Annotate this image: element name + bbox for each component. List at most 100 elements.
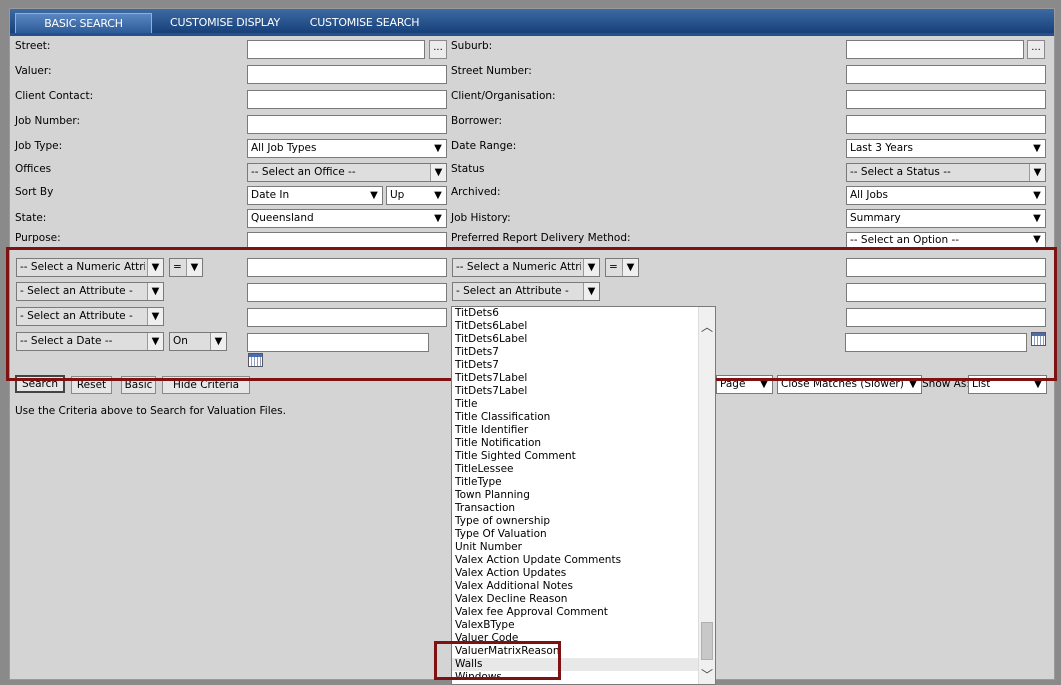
attribute-dropdown-list[interactable]: TitDets6 TitDets6Label TitDets6Label TitDet…: [451, 306, 716, 685]
dropdown-item[interactable]: Valex fee Approval Comment: [452, 606, 715, 619]
dropdown-item[interactable]: TitDets6: [452, 307, 715, 320]
valuer-input[interactable]: [247, 65, 447, 84]
page-value: Page: [720, 378, 746, 390]
dropdown-item[interactable]: Type of ownership: [452, 515, 715, 528]
match-mode-select[interactable]: Close Matches (Slower) ▼: [777, 375, 922, 394]
dropdown-item[interactable]: TitDets7Label: [452, 372, 715, 385]
suburb-lookup-button[interactable]: ...: [1027, 40, 1045, 59]
suburb-input[interactable]: [846, 40, 1024, 59]
borrower-input[interactable]: [846, 115, 1046, 134]
dropdown-item[interactable]: TitDets6Label: [452, 320, 715, 333]
job-type-select[interactable]: All Job Types ▼: [247, 139, 447, 158]
date-range-select[interactable]: Last 3 Years ▼: [846, 139, 1046, 158]
chevron-down-icon: ▼: [1034, 379, 1042, 390]
tab-bar: BASIC SEARCH CUSTOMISE DISPLAY CUSTOMISE…: [10, 9, 1054, 36]
chevron-down-icon: ▼: [147, 283, 163, 300]
suburb-label: Suburb:: [451, 40, 493, 52]
scroll-up-icon[interactable]: ︿: [699, 319, 715, 336]
dropdown-item[interactable]: TitDets6Label: [452, 333, 715, 346]
sort-by-label: Sort By: [15, 186, 54, 198]
dropdown-item[interactable]: Title Sighted Comment: [452, 450, 715, 463]
sort-by-select[interactable]: Date In ▼: [247, 186, 383, 205]
street-number-input[interactable]: [846, 65, 1046, 84]
dropdown-item[interactable]: Title Identifier: [452, 424, 715, 437]
calendar-icon[interactable]: [248, 353, 263, 367]
job-history-select[interactable]: Summary ▼: [846, 209, 1046, 228]
show-as-label: Show As:: [922, 378, 970, 390]
operator-select-right[interactable]: = ▼: [605, 258, 639, 277]
preferred-delivery-select[interactable]: -- Select an Option -- ▼: [846, 232, 1046, 248]
dropdown-item[interactable]: TitDets7: [452, 346, 715, 359]
dropdown-item[interactable]: Title Classification: [452, 411, 715, 424]
attribute-select-left-2[interactable]: - Select an Attribute - ▼: [16, 307, 164, 326]
dropdown-item[interactable]: Title Notification: [452, 437, 715, 450]
attribute-value-input-left-2[interactable]: [247, 308, 447, 327]
chevron-down-icon: ▼: [434, 143, 442, 154]
dropdown-item[interactable]: Type Of Valuation: [452, 528, 715, 541]
status-select[interactable]: -- Select a Status -- ▼: [846, 163, 1046, 182]
purpose-label: Purpose:: [15, 232, 61, 244]
dropdown-item[interactable]: Unit Number: [452, 541, 715, 554]
dropdown-item[interactable]: Valex Decline Reason: [452, 593, 715, 606]
calendar-icon[interactable]: [1031, 332, 1046, 346]
show-as-select[interactable]: List ▼: [968, 375, 1047, 394]
tab-basic-search[interactable]: BASIC SEARCH: [15, 13, 152, 33]
client-contact-input[interactable]: [247, 90, 447, 109]
hide-criteria-button[interactable]: Hide Criteria: [162, 376, 250, 394]
sort-direction-select[interactable]: Up ▼: [386, 186, 447, 205]
dropdown-item[interactable]: ValexBType: [452, 619, 715, 632]
dropdown-item[interactable]: Valex Action Update Comments: [452, 554, 715, 567]
tab-customise-display[interactable]: CUSTOMISE DISPLAY: [160, 13, 290, 33]
dropdown-item[interactable]: Transaction: [452, 502, 715, 515]
chevron-down-icon: ▼: [430, 164, 446, 181]
attribute-value-input-right-2[interactable]: [846, 308, 1046, 327]
dropdown-scrollbar[interactable]: ︿ ﹀: [698, 307, 715, 684]
dropdown-item[interactable]: Valex Action Updates: [452, 567, 715, 580]
dropdown-item[interactable]: Town Planning: [452, 489, 715, 502]
date-value-input-left[interactable]: [247, 333, 429, 352]
offices-select[interactable]: -- Select an Office -- ▼: [247, 163, 447, 182]
dropdown-item[interactable]: ValuerMatrixReason: [452, 645, 715, 658]
search-button[interactable]: Search: [15, 375, 65, 393]
chevron-down-icon: ▼: [1033, 190, 1041, 201]
street-input[interactable]: [247, 40, 425, 59]
attribute-select-right[interactable]: - Select an Attribute - ▼: [452, 282, 600, 301]
date-range-value: Last 3 Years: [850, 142, 913, 154]
date-operator-select-left[interactable]: On ▼: [169, 332, 227, 351]
state-value: Queensland: [251, 212, 314, 224]
dropdown-item[interactable]: TitleLessee: [452, 463, 715, 476]
dropdown-item[interactable]: Valex Additional Notes: [452, 580, 715, 593]
numeric-value-input-right[interactable]: [846, 258, 1046, 277]
dropdown-item[interactable]: TitDets7Label: [452, 385, 715, 398]
dropdown-item[interactable]: Title: [452, 398, 715, 411]
dropdown-item[interactable]: TitleType: [452, 476, 715, 489]
numeric-attribute-select-right[interactable]: -- Select a Numeric Attribute --▼: [452, 258, 600, 277]
tab-customise-search[interactable]: CUSTOMISE SEARCH: [302, 13, 427, 33]
archived-select[interactable]: All Jobs ▼: [846, 186, 1046, 205]
dropdown-item[interactable]: Valuer Code: [452, 632, 715, 645]
scroll-down-icon[interactable]: ﹀: [699, 667, 715, 684]
job-type-label: Job Type:: [15, 140, 63, 152]
status-label: Status: [451, 163, 485, 175]
attribute-value-input-left-1[interactable]: [247, 283, 447, 302]
attribute-select-left-1[interactable]: - Select an Attribute - ▼: [16, 282, 164, 301]
attribute-value-input-right-1[interactable]: [846, 283, 1046, 302]
date-value-input-right[interactable]: [845, 333, 1027, 352]
reset-button[interactable]: Reset: [71, 376, 112, 394]
page-select[interactable]: Page ▼: [716, 375, 773, 394]
numeric-value-input-left[interactable]: [247, 258, 447, 277]
operator-select-left[interactable]: = ▼: [169, 258, 203, 277]
date-attribute-select-left[interactable]: -- Select a Date -- ▼: [16, 332, 164, 351]
job-number-input[interactable]: [247, 115, 447, 134]
client-organisation-input[interactable]: [846, 90, 1046, 109]
scroll-thumb[interactable]: [701, 622, 713, 660]
street-lookup-button[interactable]: ...: [429, 40, 447, 59]
dropdown-item[interactable]: Walls: [452, 658, 715, 671]
purpose-input[interactable]: [247, 232, 447, 248]
dropdown-item[interactable]: TitDets7: [452, 359, 715, 372]
dropdown-item[interactable]: Windows: [452, 671, 715, 684]
numeric-attribute-select-left[interactable]: -- Select a Numeric Attribute --▼: [16, 258, 164, 277]
state-select[interactable]: Queensland ▼: [247, 209, 447, 228]
chevron-down-icon: ▼: [210, 333, 226, 350]
basic-button[interactable]: Basic: [121, 376, 156, 394]
